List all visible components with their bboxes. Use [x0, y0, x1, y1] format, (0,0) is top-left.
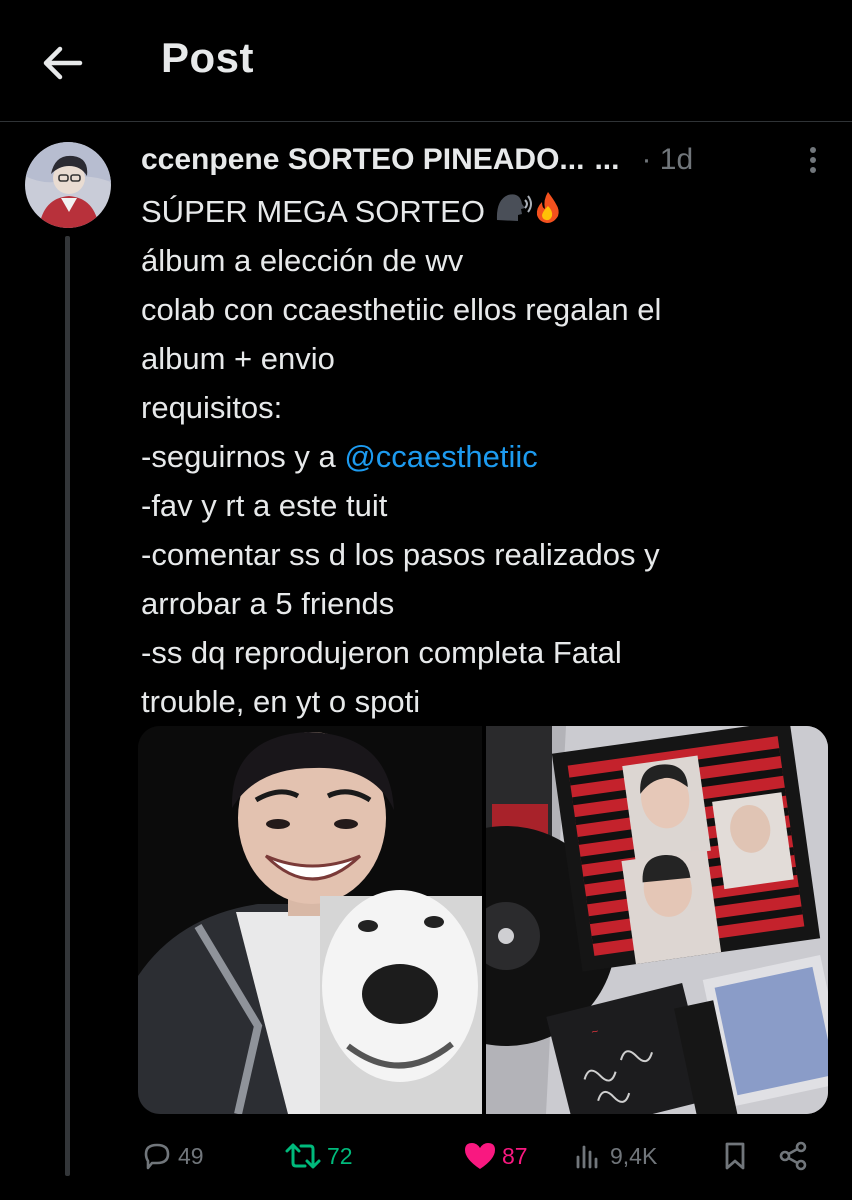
share-button[interactable]	[776, 1132, 814, 1180]
separator-dot: ·	[641, 143, 652, 176]
views-button[interactable]: 9,4K	[572, 1132, 657, 1180]
author-handle-truncated: ...	[594, 143, 620, 176]
analytics-icon	[576, 1145, 598, 1169]
share-icon	[779, 1141, 807, 1171]
like-button[interactable]: 87	[462, 1132, 528, 1180]
post-time[interactable]: 1d	[660, 143, 693, 176]
post-line: -fav y rt a este tuit	[141, 488, 388, 523]
media-photo-2[interactable]: ~	[486, 726, 828, 1114]
reply-count: 49	[178, 1142, 204, 1169]
post-header: ccenpene SORTEO PINEADO...... · 1d	[141, 140, 841, 184]
like-count: 87	[502, 1142, 528, 1169]
more-options-button[interactable]	[801, 142, 825, 178]
speaking-head-icon	[494, 189, 534, 238]
post-line: requisitos:	[141, 390, 283, 425]
thread-line	[65, 236, 70, 1176]
author-name[interactable]: ccenpene SORTEO PINEADO...	[141, 143, 584, 176]
post-text: SÚPER MEGA SORTEO álbum a elección de wv…	[141, 187, 831, 726]
back-button[interactable]	[38, 38, 88, 88]
repost-button[interactable]: 72	[283, 1132, 353, 1180]
view-count: 9,4K	[610, 1142, 658, 1169]
repost-count: 72	[327, 1142, 353, 1169]
arrow-left-icon	[43, 46, 83, 80]
action-bar: 49 72 87 9,4K	[136, 1132, 836, 1180]
reply-button[interactable]: 49	[140, 1132, 204, 1180]
post-line: -seguirnos y a @ccaesthetiic	[141, 432, 831, 481]
post-line: -comentar ss d los pasos realizados y	[141, 537, 660, 572]
post-line: álbum a elección de wv	[141, 243, 464, 278]
bookmark-button[interactable]	[718, 1132, 756, 1180]
more-vertical-icon	[810, 147, 816, 173]
post-line: trouble, en yt o spoti	[141, 684, 421, 719]
reply-icon	[144, 1143, 170, 1170]
bookmark-icon	[725, 1142, 745, 1170]
post-media: ~	[138, 726, 828, 1114]
fire-icon	[534, 189, 562, 238]
media-photo-1[interactable]	[138, 726, 482, 1114]
avatar[interactable]	[25, 142, 111, 228]
post-line: album + envio	[141, 341, 335, 376]
heart-filled-icon	[465, 1143, 495, 1169]
post-line: arrobar a 5 friends	[141, 586, 395, 621]
post-line: SÚPER MEGA SORTEO	[141, 187, 831, 236]
post-line-text: SÚPER MEGA SORTEO	[141, 194, 485, 229]
repost-icon	[285, 1143, 321, 1169]
mention-link[interactable]: @ccaesthetiic	[344, 439, 537, 474]
post-line-text: -seguirnos y a	[141, 439, 345, 474]
post-line: colab con ccaesthetiic ellos regalan el	[141, 292, 662, 327]
page-title: Post	[161, 34, 255, 81]
top-bar: Post	[0, 0, 852, 122]
post-line: -ss dq reprodujeron completa Fatal	[141, 635, 622, 670]
avatar-image	[25, 142, 111, 228]
